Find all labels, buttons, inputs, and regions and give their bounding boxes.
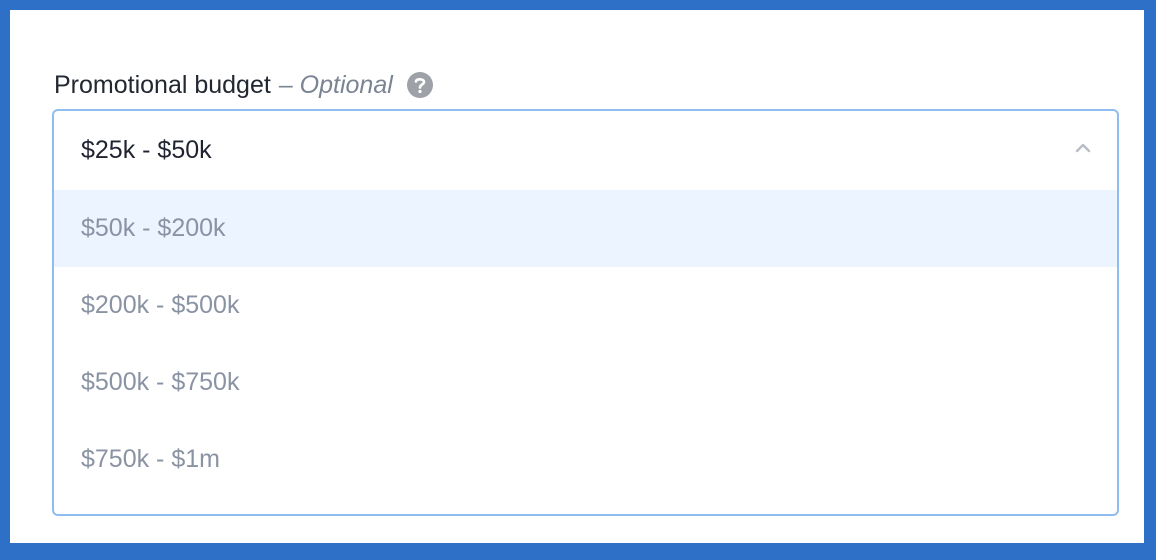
field-label-row: Promotional budget – Optional bbox=[54, 68, 433, 102]
option-label: $50k - $200k bbox=[81, 214, 226, 242]
question-circle-icon[interactable] bbox=[406, 72, 433, 98]
option-200k-500k[interactable]: $200k - $500k bbox=[54, 267, 1117, 344]
question-mark-glyph bbox=[414, 78, 426, 94]
chevron-up-icon[interactable] bbox=[1073, 141, 1093, 155]
selected-value[interactable]: $25k - $50k bbox=[54, 111, 1117, 190]
optional-tag: – Optional bbox=[278, 70, 393, 99]
options-list: $50k - $200k $200k - $500k $500k - $750k… bbox=[54, 190, 1117, 498]
option-750k-1m[interactable]: $750k - $1m bbox=[54, 421, 1117, 498]
budget-select[interactable]: $25k - $50k $50k - $200k $200k - $500k $… bbox=[52, 109, 1119, 516]
field-label: Promotional budget bbox=[54, 70, 271, 99]
screenshot-frame: Promotional budget – Optional $25k - $50… bbox=[0, 0, 1156, 560]
option-label: $750k - $1m bbox=[81, 445, 220, 473]
selected-value-label: $25k - $50k bbox=[81, 136, 212, 164]
option-500k-750k[interactable]: $500k - $750k bbox=[54, 344, 1117, 421]
option-label: $200k - $500k bbox=[81, 291, 240, 319]
option-50k-200k[interactable]: $50k - $200k bbox=[54, 190, 1117, 267]
option-label: $500k - $750k bbox=[81, 368, 240, 396]
